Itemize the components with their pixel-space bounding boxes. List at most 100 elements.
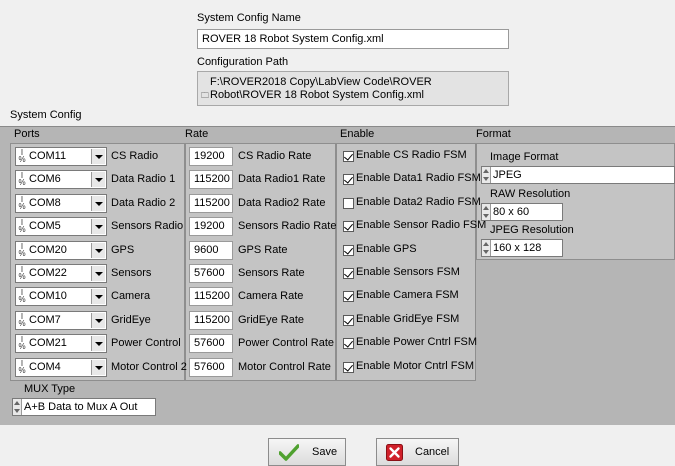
chevron-down-icon[interactable]: [91, 196, 105, 211]
checkmark-icon: [279, 444, 299, 461]
rate-input[interactable]: 115200: [189, 311, 233, 330]
chevron-down-icon[interactable]: [91, 313, 105, 328]
mux-type-value: A+B Data to Mux A Out: [24, 401, 138, 413]
rate-input[interactable]: 57600: [189, 264, 233, 283]
mux-type-ring[interactable]: A+B Data to Mux A Out: [12, 398, 156, 416]
port-label: Data Radio 2: [111, 197, 176, 209]
mux-type-label: MUX Type: [24, 383, 76, 395]
rate-input[interactable]: 115200: [189, 194, 233, 213]
rate-input[interactable]: 115200: [189, 170, 233, 189]
ring-arrows-icon[interactable]: [482, 240, 491, 256]
port-select[interactable]: I% COM11: [15, 147, 107, 166]
port-select[interactable]: I% COM21: [15, 334, 107, 353]
enable-label: Enable Camera FSM: [356, 289, 459, 301]
chevron-down-icon[interactable]: [91, 172, 105, 187]
rate-input[interactable]: 57600: [189, 334, 233, 353]
rate-input[interactable]: 9600: [189, 241, 233, 260]
enable-checkbox[interactable]: [343, 198, 354, 209]
ring-arrows-icon[interactable]: [13, 399, 22, 415]
chevron-down-icon[interactable]: [91, 360, 105, 375]
port-label: Camera: [111, 290, 151, 302]
config-path-label: Configuration Path: [197, 56, 289, 68]
header-ports: Ports: [14, 128, 40, 140]
ring-arrows-icon[interactable]: [482, 204, 491, 220]
config-path-value: F:\ROVER2018 Copy\LabView Code\ROVER Rob…: [210, 76, 432, 101]
chevron-down-icon[interactable]: [91, 336, 105, 351]
port-select[interactable]: I% COM20: [15, 241, 107, 260]
io-ref-icon: I%: [18, 218, 26, 234]
ring-arrows-icon[interactable]: [482, 167, 491, 183]
io-ref-icon: I%: [18, 359, 26, 375]
enable-label: Enable Sensors FSM: [356, 266, 460, 278]
raw-resolution-label: RAW Resolution: [490, 188, 571, 200]
header-enable: Enable: [340, 128, 375, 140]
header-rate: Rate: [185, 128, 209, 140]
config-path-field[interactable]: 🗀 F:\ROVER2018 Copy\LabView Code\ROVER R…: [197, 71, 509, 106]
port-value: COM22: [29, 267, 67, 279]
save-label: Save: [312, 446, 338, 458]
rate-input[interactable]: 19200: [189, 217, 233, 236]
port-label: Sensors Radio: [111, 220, 184, 232]
raw-resolution-value: 80 x 60: [493, 206, 530, 218]
enable-label: Enable Power Cntrl FSM: [356, 336, 478, 348]
chevron-down-icon[interactable]: [91, 266, 105, 281]
save-button[interactable]: Save: [268, 438, 346, 466]
io-ref-icon: I%: [18, 195, 26, 211]
port-value: COM7: [29, 314, 61, 326]
port-select[interactable]: I% COM10: [15, 287, 107, 306]
port-value: COM6: [29, 173, 61, 185]
enable-checkbox[interactable]: [343, 291, 354, 302]
io-ref-icon: I%: [18, 242, 26, 258]
chevron-down-icon[interactable]: [91, 289, 105, 304]
enable-label: Enable Motor Cntrl FSM: [356, 360, 474, 372]
rate-input[interactable]: 57600: [189, 358, 233, 377]
rate-input[interactable]: 115200: [189, 287, 233, 306]
path-browse-icon: 🗀: [201, 91, 209, 100]
enable-checkbox[interactable]: [343, 315, 354, 326]
rate-label: Sensors Radio Rate: [238, 220, 337, 232]
cancel-label: Cancel: [415, 446, 450, 458]
image-format-ring[interactable]: JPEG: [481, 166, 675, 184]
enable-checkbox[interactable]: [343, 221, 354, 232]
port-value: COM8: [29, 197, 61, 209]
rate-label: Motor Control Rate: [238, 361, 331, 373]
rate-input[interactable]: 19200: [189, 147, 233, 166]
enable-checkbox[interactable]: [343, 151, 354, 162]
chevron-down-icon[interactable]: [91, 219, 105, 234]
chevron-down-icon[interactable]: [91, 149, 105, 164]
port-label: Power Control: [111, 337, 181, 349]
enable-checkbox[interactable]: [343, 174, 354, 185]
close-icon: [386, 444, 403, 461]
io-ref-icon: I%: [18, 265, 26, 281]
enable-label: Enable CS Radio FSM: [356, 149, 467, 161]
enable-checkbox[interactable]: [343, 338, 354, 349]
enable-label: Enable GPS: [356, 243, 417, 255]
rate-label: GridEye Rate: [238, 314, 305, 326]
port-label: Motor Control 2: [111, 361, 187, 373]
port-select[interactable]: I% COM4: [15, 358, 107, 377]
port-value: COM21: [29, 337, 67, 349]
port-label: GPS: [111, 244, 135, 256]
enable-checkbox[interactable]: [343, 245, 354, 256]
port-value: COM10: [29, 290, 67, 302]
cancel-button[interactable]: Cancel: [376, 438, 459, 466]
system-config-title: System Config: [10, 109, 82, 121]
port-select[interactable]: I% COM6: [15, 170, 107, 189]
enable-checkbox[interactable]: [343, 362, 354, 373]
port-select[interactable]: I% COM5: [15, 217, 107, 236]
raw-resolution-ring[interactable]: 80 x 60: [481, 203, 563, 221]
io-ref-icon: I%: [18, 148, 26, 164]
chevron-down-icon[interactable]: [91, 243, 105, 258]
config-name-field[interactable]: ROVER 18 Robot System Config.xml: [197, 29, 509, 49]
config-name-label: System Config Name: [197, 12, 301, 24]
jpeg-resolution-ring[interactable]: 160 x 128: [481, 239, 563, 257]
io-ref-icon: I%: [18, 335, 26, 351]
jpeg-resolution-value: 160 x 128: [493, 242, 542, 254]
port-select[interactable]: I% COM22: [15, 264, 107, 283]
port-value: COM4: [29, 361, 61, 373]
port-select[interactable]: I% COM7: [15, 311, 107, 330]
column-headers: Ports Rate Enable Format: [0, 126, 675, 142]
port-select[interactable]: I% COM8: [15, 194, 107, 213]
enable-checkbox[interactable]: [343, 268, 354, 279]
rate-label: Sensors Rate: [238, 267, 305, 279]
